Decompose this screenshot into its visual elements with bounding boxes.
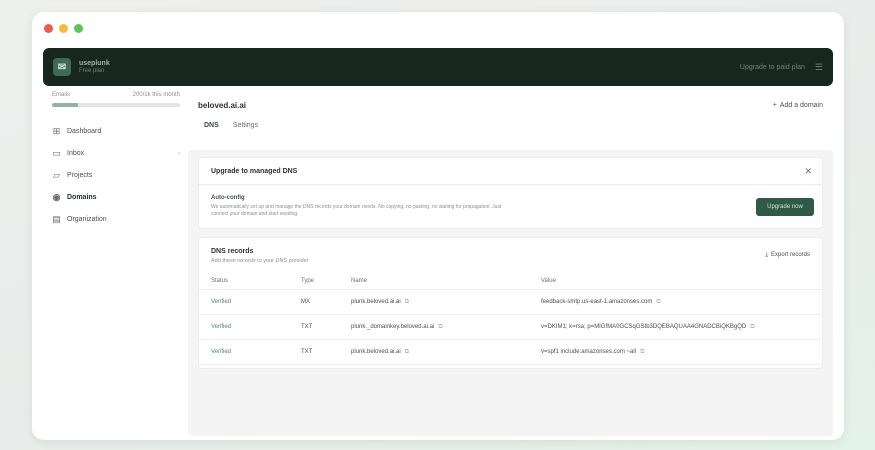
record-status: Verified [199,289,289,315]
export-records-button[interactable]: ⤓ Export records [765,252,810,259]
content-area: Upgrade to managed DNS ✕ Auto-config We … [188,150,833,436]
record-name-cell: plunk.beloved.ai.ai ⧉ [339,289,529,315]
column-header-name: Name [339,274,529,290]
copy-icon[interactable]: ⧉ [438,324,442,330]
folder-icon: ▱ [53,170,60,180]
upgrade-link[interactable]: Upgrade to paid plan [740,64,805,71]
add-domain-label: Add a domain [779,101,823,109]
tab-settings[interactable]: Settings [233,122,258,152]
records-title: DNS records [211,248,254,255]
record-type: MX [289,289,339,315]
maximize-window-button[interactable] [74,24,83,33]
menu-icon[interactable]: ☰ [815,62,823,73]
column-header-type: Type [289,274,339,290]
window-controls [44,24,83,33]
usage-progress-bar [52,103,180,107]
upgrade-description: Auto-config We automatically set up and … [211,195,511,218]
page-header: beloved.ai.ai + Add a domain [188,92,833,112]
page-title: beloved.ai.ai [198,100,247,110]
record-name: plunk.beloved.ai.ai [351,298,401,305]
upgrade-title: Upgrade to managed DNS [211,168,298,175]
table-header-row: Status Type Name Value [199,274,822,290]
sidebar-item-domains[interactable]: ◉ Domains [46,191,186,204]
sidebar-item-projects[interactable]: ▱ Projects [46,169,186,182]
brand-name: useplunk [79,60,110,67]
copy-icon[interactable]: ⧉ [640,349,644,355]
plan-label: Free plan [79,68,105,74]
record-status: Verified [199,314,289,340]
tab-bar: DNS Settings [188,112,833,152]
upgrade-body-text: We automatically set up and manage the D… [211,204,502,217]
sidebar-item-label: Projects [67,172,93,179]
table-row: Verified TXT plunk.beloved.ai.ai ⧉ v=spf1… [199,339,822,365]
sidebar-item-label: Inbox [67,150,85,157]
table-row: Verified MX plunk.beloved.ai.ai ⧉ feedbac… [199,289,822,315]
topbar-actions: Upgrade to paid plan ☰ [740,62,823,73]
record-name: plunk._domainkey.beloved.ai.ai [351,323,435,330]
sidebar-item-label: Dashboard [67,128,102,135]
record-name-cell: plunk._domainkey.beloved.ai.ai ⧉ [339,314,529,340]
dns-records-card: DNS records Add these records to your DN… [198,237,823,369]
inbox-icon: ▭ [52,148,61,158]
upgrade-now-button[interactable]: Upgrade now [756,198,814,216]
usage-progress-fill [52,103,78,107]
app-window: ✉ useplunk Free plan Upgrade to paid pla… [32,12,844,440]
export-label: Export records [770,252,810,258]
chevron-right-icon: › [177,150,180,157]
table-row: Verified TXT plunk._domainkey.beloved.ai… [199,314,822,340]
record-name: plunk.beloved.ai.ai [351,348,401,355]
column-header-value: Value [529,274,822,290]
brand: useplunk Free plan [79,60,110,74]
building-icon: ▤ [52,214,61,224]
record-value-cell: feedback-smtp.us-east-1.amazonses.com ⧉ [529,289,822,315]
records-header: DNS records Add these records to your DN… [199,238,822,274]
main-panel: beloved.ai.ai + Add a domain DNS Setting… [188,92,833,436]
minimize-window-button[interactable] [59,24,68,33]
close-icon[interactable]: ✕ [804,166,812,177]
upgrade-body-title: Auto-config [211,195,245,201]
record-value: v=DKIM1; k=rsa; p=MIGfMA0GCSqGSIb3DQEBAQ… [541,323,747,330]
usage-summary: Emails 200/1k this month [46,92,186,98]
record-value: feedback-smtp.us-east-1.amazonses.com [541,298,653,305]
copy-icon[interactable]: ⧉ [405,299,409,305]
record-value-cell: v=spf1 include:amazonses.com ~all ⧉ [529,339,822,365]
close-window-button[interactable] [44,24,53,33]
record-status: Verified [199,339,289,365]
add-domain-button[interactable]: + Add a domain [773,102,823,109]
usage-label: Emails [52,92,71,98]
sidebar-item-inbox[interactable]: ▭ Inbox › [46,147,186,160]
sidebar-item-label: Organization [67,216,107,223]
records-table: Status Type Name Value Verified MX plunk… [199,274,822,365]
divider [199,184,822,185]
download-icon: ⤓ [765,252,768,258]
sidebar-item-label: Domains [67,194,97,201]
plus-icon: + [772,101,777,109]
upgrade-card: Upgrade to managed DNS ✕ Auto-config We … [198,157,823,229]
record-value-cell: v=DKIM1; k=rsa; p=MIGfMA0GCSqGSIb3DQEBAQ… [529,314,822,340]
grid-icon: ⊞ [52,126,61,136]
globe-icon: ◉ [52,192,61,202]
tab-dns[interactable]: DNS [204,122,219,152]
sidebar-item-dashboard[interactable]: ⊞ Dashboard [46,125,186,138]
record-value: v=spf1 include:amazonses.com ~all [541,348,637,355]
record-name-cell: plunk.beloved.ai.ai ⧉ [339,339,529,365]
record-type: TXT [289,314,339,340]
record-type: TXT [289,339,339,365]
column-header-status: Status [199,274,289,290]
top-navigation-bar: ✉ useplunk Free plan Upgrade to paid pla… [43,48,833,86]
sidebar-nav: ⊞ Dashboard ▭ Inbox › ▱ Projects ◉ Domai… [46,125,186,226]
copy-icon[interactable]: ⧉ [405,349,409,355]
sidebar: Emails 200/1k this month ⊞ Dashboard ▭ I… [46,92,186,432]
copy-icon[interactable]: ⧉ [656,299,660,305]
records-subtitle: Add these records to your DNS provider [211,258,309,264]
brand-logo-icon[interactable]: ✉ [53,58,71,76]
usage-count: 200/1k this month [132,92,180,98]
sidebar-item-organization[interactable]: ▤ Organization [46,213,186,226]
copy-icon[interactable]: ⧉ [750,324,754,330]
